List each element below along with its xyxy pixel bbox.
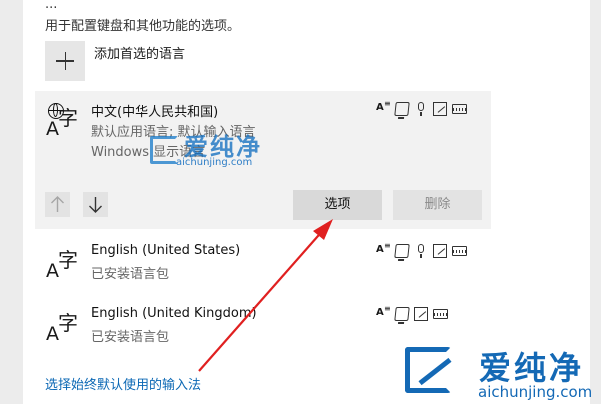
language-glyph-icon: A 字 xyxy=(46,248,78,282)
text-to-speech-icon xyxy=(376,304,391,321)
add-language-button[interactable]: 添加首选的语言 xyxy=(45,41,185,81)
arrow-down-icon xyxy=(89,197,102,213)
language-name: English (United Kingdom) xyxy=(91,306,257,321)
language-features xyxy=(376,99,467,117)
options-button[interactable]: 选项 xyxy=(293,190,382,220)
handwriting-icon xyxy=(433,244,447,258)
remove-button[interactable]: 删除 xyxy=(393,190,482,220)
move-up-button[interactable] xyxy=(45,192,70,217)
plus-icon xyxy=(45,41,85,81)
move-down-button[interactable] xyxy=(83,192,108,217)
intro-line-2: 用于配置键盘和其他功能的选项。 xyxy=(45,19,241,34)
speech-recognition-icon xyxy=(414,244,428,258)
right-background-strip xyxy=(590,0,601,404)
language-features xyxy=(376,241,467,259)
add-language-label: 添加首选的语言 xyxy=(94,47,186,62)
display-language-icon xyxy=(394,102,410,116)
handwriting-icon xyxy=(414,307,428,321)
handwriting-icon xyxy=(433,102,447,116)
language-name: 中文(中华人民共和国) xyxy=(91,105,219,120)
arrow-up-icon xyxy=(51,196,64,212)
language-item-zh-cn[interactable]: A 字 中文(中华人民共和国) 默认应用语言; 默认输入语言 Windows 显… xyxy=(45,99,495,160)
left-background-strip xyxy=(0,0,23,404)
language-status-secondary: Windows 显示语言 xyxy=(91,145,206,160)
default-input-method-link[interactable]: 选择始终默认使用的输入法 xyxy=(45,374,201,393)
keyboard-icon xyxy=(433,309,448,319)
language-name: English (United States) xyxy=(91,243,241,258)
language-status: 已安装语言包 xyxy=(91,267,170,282)
intro-line-1: ... xyxy=(45,0,58,12)
watermark-large-url: aichunjing.com xyxy=(478,383,593,401)
text-to-speech-icon xyxy=(376,99,391,116)
keyboard-icon xyxy=(452,104,467,114)
intro-text: ... 用于配置键盘和其他功能的选项。 xyxy=(45,0,565,38)
language-glyph-icon: A 字 xyxy=(46,311,78,345)
language-glyph-icon: A 字 xyxy=(45,101,83,141)
language-status: 默认应用语言; 默认输入语言 xyxy=(91,125,256,140)
display-language-icon xyxy=(394,244,410,258)
language-item-en-us[interactable]: A 字 English (United States) 已安装语言包 xyxy=(45,241,495,293)
keyboard-icon xyxy=(452,246,467,256)
speech-recognition-icon xyxy=(414,102,428,116)
language-item-en-gb[interactable]: A 字 English (United Kingdom) 已安装语言包 xyxy=(45,304,495,356)
display-language-icon xyxy=(394,307,410,321)
language-features xyxy=(376,304,448,322)
text-to-speech-icon xyxy=(376,241,391,258)
language-status: 已安装语言包 xyxy=(91,330,170,345)
